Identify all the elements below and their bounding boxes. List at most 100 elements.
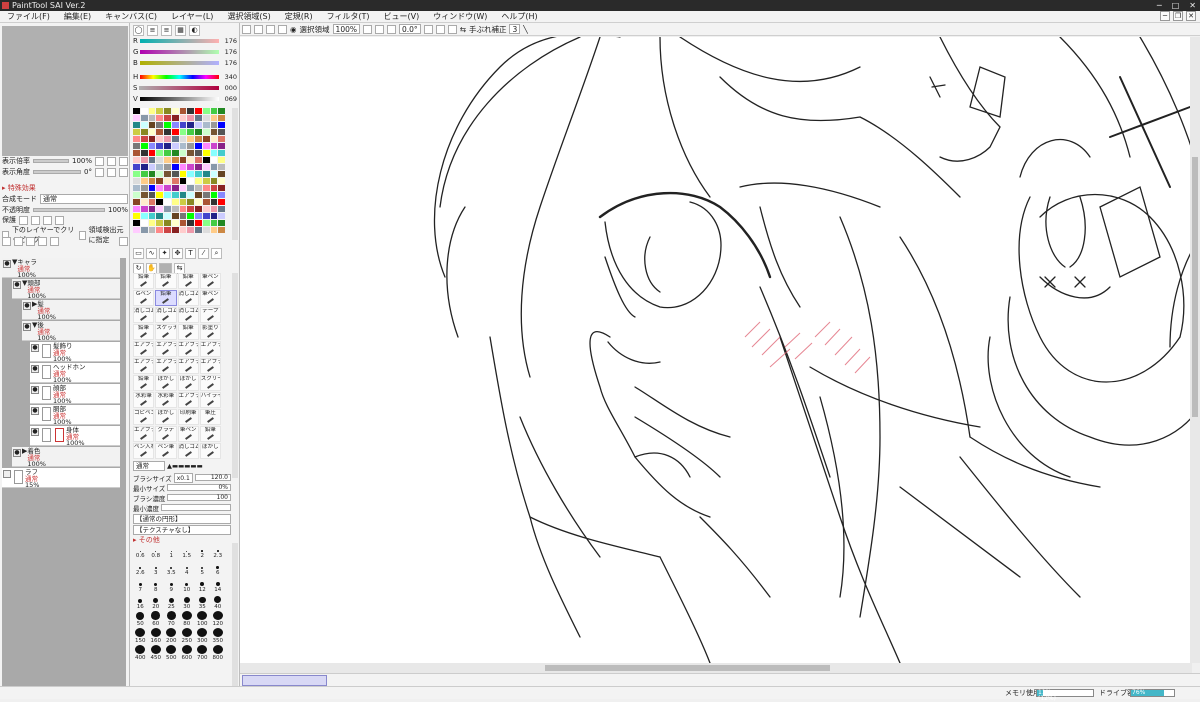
rotate-reset-button[interactable] — [119, 167, 128, 177]
color-swatch[interactable] — [187, 157, 194, 163]
color-swatch[interactable] — [187, 122, 194, 128]
color-swatch[interactable] — [218, 129, 225, 135]
color-swatch[interactable] — [140, 185, 148, 191]
color-swatch[interactable] — [218, 164, 225, 170]
size-preset[interactable]: 16 — [133, 594, 148, 610]
brush-scrollbar[interactable] — [232, 273, 238, 478]
size-preset[interactable]: 700 — [195, 645, 210, 661]
color-swatch[interactable] — [164, 122, 171, 128]
clear-layer-button[interactable] — [50, 237, 59, 246]
menu-layer[interactable]: レイヤー(L) — [164, 11, 220, 22]
size-preset[interactable]: 250 — [180, 628, 195, 644]
menu-file[interactable]: ファイル(F) — [0, 11, 57, 22]
brush-preset[interactable]: 消しゴム — [177, 307, 199, 323]
layer-row[interactable]: ● ▶ 着色 通常 100% — [12, 447, 120, 467]
color-swatch[interactable] — [171, 192, 179, 198]
stabilizer-select[interactable]: 3 — [509, 24, 521, 34]
vertical-scrollbar[interactable] — [1190, 37, 1200, 663]
brush-preset[interactable]: 鉛筆 — [133, 273, 155, 289]
move-icon[interactable]: ✥ — [172, 248, 183, 259]
color-swatch[interactable] — [148, 185, 156, 191]
color-swatch[interactable] — [210, 227, 218, 233]
color-swatch[interactable] — [133, 122, 140, 128]
size-preset[interactable]: 450 — [149, 645, 164, 661]
menu-window[interactable]: ウィンドウ(W) — [426, 11, 494, 22]
color-swatch[interactable] — [148, 150, 156, 156]
color-swatch[interactable] — [187, 115, 194, 121]
color-swatch[interactable] — [179, 150, 187, 156]
color-swatch[interactable] — [156, 136, 163, 142]
visibility-icon[interactable]: ● — [3, 260, 11, 268]
color-swatch[interactable] — [195, 129, 202, 135]
brush-mode-select[interactable]: 通常 — [133, 460, 165, 471]
brush-preset[interactable]: 筆ペン — [177, 426, 199, 442]
close-icon[interactable]: ✕ — [1189, 0, 1196, 11]
rgb-slider-tab[interactable]: ≡ — [147, 25, 158, 36]
color-swatch[interactable] — [164, 115, 171, 121]
select-rect-icon[interactable]: ▭ — [133, 248, 144, 259]
color-swatch[interactable] — [140, 136, 148, 142]
brush-preset[interactable]: ぼかし — [177, 375, 199, 391]
color-swatch[interactable] — [156, 122, 163, 128]
palette-tab[interactable]: ▦ — [175, 25, 186, 36]
color-wheel-tab[interactable]: ◯ — [133, 25, 144, 36]
size-preset[interactable]: 2 — [195, 543, 210, 559]
color-swatch[interactable] — [171, 143, 179, 149]
color-swatch[interactable] — [171, 220, 179, 226]
color-swatch[interactable] — [195, 122, 202, 128]
color-swatch[interactable] — [218, 122, 225, 128]
brush-preset[interactable]: ハイライト — [199, 392, 221, 408]
color-swatch[interactable] — [140, 150, 148, 156]
brush-preset[interactable]: 鉛筆 — [155, 273, 177, 289]
menu-selection[interactable]: 選択領域(S) — [220, 11, 277, 22]
color-swatch[interactable] — [179, 178, 187, 184]
zoom-field[interactable]: 100% — [332, 24, 360, 34]
minimize-icon[interactable]: ─ — [1157, 0, 1162, 11]
brush-preset[interactable]: エアブラシ — [155, 358, 177, 374]
menu-filter[interactable]: フィルタ(T) — [320, 11, 377, 22]
color-swatch[interactable] — [210, 171, 218, 177]
color-swatch[interactable] — [156, 157, 163, 163]
color-swatch[interactable] — [195, 185, 202, 191]
color-swatch[interactable] — [156, 129, 163, 135]
color-swatch[interactable] — [202, 192, 210, 198]
color-swatch[interactable] — [156, 213, 163, 219]
color-swatch[interactable] — [210, 108, 218, 114]
brush-preset[interactable]: ぼかし — [155, 409, 177, 425]
color-swatch[interactable] — [202, 122, 210, 128]
swatch-scrollbar[interactable] — [232, 108, 238, 240]
color-swatch[interactable] — [133, 185, 140, 191]
size-preset[interactable]: 25 — [164, 594, 179, 610]
color-swatch[interactable] — [164, 157, 171, 163]
color-swatch[interactable] — [164, 171, 171, 177]
size-preset[interactable]: 6 — [211, 560, 226, 576]
color-swatch[interactable] — [164, 129, 171, 135]
density-value[interactable]: 100 — [167, 494, 231, 501]
layer-row[interactable]: ● 身体 通常 100% — [30, 426, 120, 446]
brush-preset[interactable]: 筆ペン — [199, 290, 221, 306]
color-swatch[interactable] — [179, 122, 187, 128]
color-swatch[interactable] — [187, 185, 194, 191]
color-swatch[interactable] — [218, 150, 225, 156]
menu-help[interactable]: ヘルプ(H) — [494, 11, 544, 22]
color-swatch[interactable] — [164, 150, 171, 156]
brush-preset[interactable]: ペン入れ — [133, 443, 155, 459]
size-preset[interactable]: 1.5 — [180, 543, 195, 559]
color-swatch[interactable] — [179, 220, 187, 226]
size-preset[interactable]: 3 — [149, 560, 164, 576]
color-swatch[interactable] — [133, 115, 140, 121]
color-swatch[interactable] — [202, 178, 210, 184]
color-swatch[interactable] — [179, 108, 187, 114]
color-swatch[interactable] — [156, 108, 163, 114]
redo-button[interactable] — [254, 24, 263, 34]
color-swatch[interactable] — [164, 108, 171, 114]
opacity-slider[interactable] — [33, 208, 105, 212]
color-swatch[interactable] — [195, 136, 202, 142]
horizontal-scrollbar[interactable] — [240, 663, 1192, 673]
color-swatch[interactable] — [156, 150, 163, 156]
color-swatch[interactable] — [187, 150, 194, 156]
b-slider[interactable] — [139, 61, 219, 65]
color-swatch[interactable] — [218, 227, 225, 233]
brush-preset[interactable]: エアブラシ — [133, 358, 155, 374]
brush-preset[interactable]: 鉛筆 — [133, 324, 155, 340]
